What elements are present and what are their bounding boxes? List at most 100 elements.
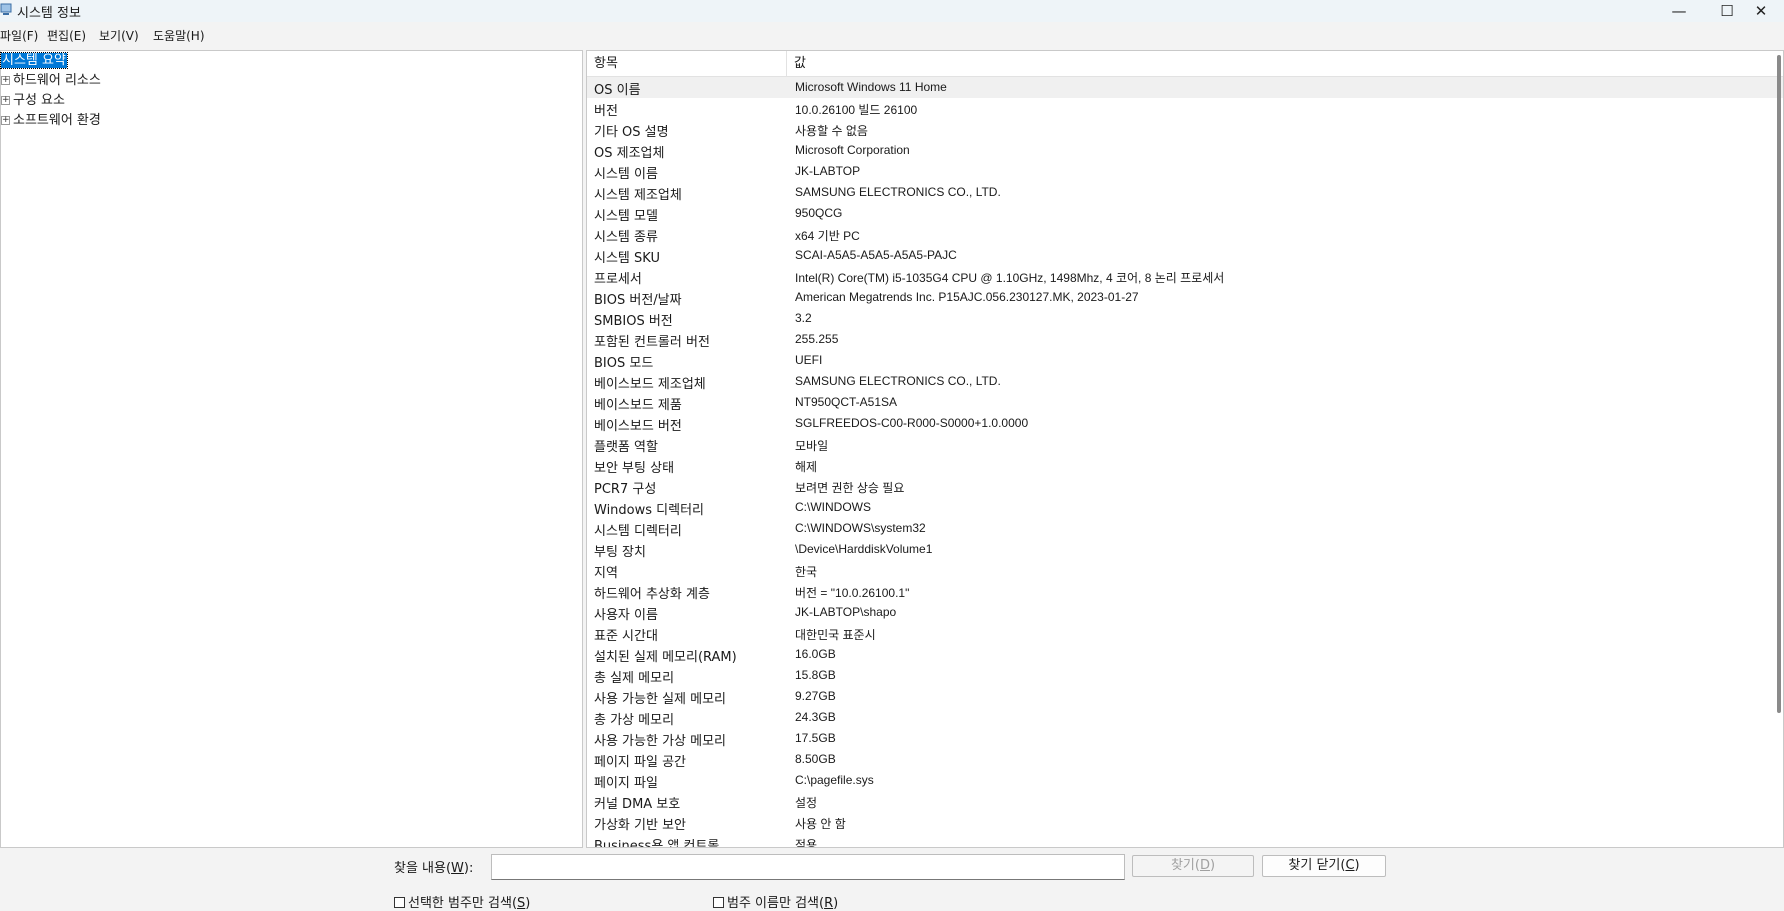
tree-item-label: 시스템 요약	[0, 52, 68, 69]
expand-icon[interactable]: +	[1, 96, 10, 105]
table-row[interactable]: 보안 부팅 상태 해제	[587, 455, 1783, 476]
table-row[interactable]: 베이스보드 제품 NT950QCT-A51SA	[587, 392, 1783, 413]
row-item-label: 가상화 기반 보안	[594, 818, 686, 833]
row-value: JK-LABTOP\shapo	[795, 605, 897, 619]
row-item-label: 플랫폼 역할	[594, 440, 658, 455]
menu-view[interactable]: 보기(V)	[99, 27, 139, 44]
close-icon: ✕	[1754, 2, 1768, 20]
table-row[interactable]: 가상화 기반 보안 사용 안 함	[587, 812, 1783, 833]
maximize-icon: ☐	[1720, 2, 1734, 20]
row-item-label: 페이지 파일	[594, 776, 658, 791]
expand-icon[interactable]: +	[1, 116, 10, 125]
row-item-label: 지역	[594, 566, 618, 581]
table-row[interactable]: 프로세서 Intel(R) Core(TM) i5-1035G4 CPU @ 1.…	[587, 266, 1783, 287]
table-row[interactable]: 시스템 종류 x64 기반 PC	[587, 224, 1783, 245]
table-row[interactable]: 버전 10.0.26100 빌드 26100	[587, 98, 1783, 119]
row-item-label: 시스템 모델	[594, 209, 658, 224]
table-row[interactable]: OS 제조업체 Microsoft Corporation	[587, 140, 1783, 161]
table-row[interactable]: 포함된 컨트롤러 버전 255.255	[587, 329, 1783, 350]
table-row[interactable]: OS 이름 Microsoft Windows 11 Home	[587, 77, 1783, 98]
table-row[interactable]: 사용 가능한 가상 메모리 17.5GB	[587, 728, 1783, 749]
table-row[interactable]: BIOS 모드 UEFI	[587, 350, 1783, 371]
row-item-label: OS 제조업체	[594, 146, 665, 161]
details-list[interactable]: 항목 값 OS 이름 Microsoft Windows 11 Home 버전 10.…	[586, 50, 1784, 848]
table-row[interactable]: 총 가상 메모리 24.3GB	[587, 707, 1783, 728]
table-row[interactable]: Windows 디렉터리 C:\WINDOWS	[587, 497, 1783, 518]
row-value: American Megatrends Inc. P15AJC.056.2301…	[795, 290, 1139, 304]
search-category-names-checkbox[interactable]: 범주 이름만 검색(R)	[713, 892, 838, 911]
tree-item-hardware-resources[interactable]: + 하드웨어 리소스	[1, 72, 101, 90]
expand-icon[interactable]: +	[1, 76, 10, 85]
table-row[interactable]: 사용 가능한 실제 메모리 9.27GB	[587, 686, 1783, 707]
row-value: 10.0.26100 빌드 26100	[795, 103, 918, 117]
table-row[interactable]: 페이지 파일 공간 8.50GB	[587, 749, 1783, 770]
title-bar: 시스템 정보 — ☐ ✕	[0, 0, 1784, 22]
table-row[interactable]: 시스템 이름 JK-LABTOP	[587, 161, 1783, 182]
tree-item-components[interactable]: + 구성 요소	[1, 92, 65, 110]
tree-item-system-summary[interactable]: 시스템 요약	[0, 52, 68, 70]
row-item-label: 사용 가능한 가상 메모리	[594, 734, 726, 749]
close-window-button[interactable]: ✕	[1738, 0, 1784, 22]
category-tree[interactable]: 시스템 요약 + 하드웨어 리소스 + 구성 요소 + 소프트웨어 환경	[0, 50, 583, 848]
row-item-label: SMBIOS 버전	[594, 314, 673, 329]
row-item-label: OS 이름	[594, 83, 641, 98]
find-input[interactable]	[491, 854, 1125, 880]
close-find-button[interactable]: 찾기 닫기(C)	[1262, 855, 1386, 877]
row-value: 3.2	[795, 311, 812, 325]
search-selected-category-checkbox[interactable]: 선택한 범주만 검색(S)	[394, 892, 530, 911]
menu-edit[interactable]: 편집(E)	[47, 27, 86, 44]
table-row[interactable]: Business용 앱 컨트롤... 적용	[587, 833, 1783, 847]
find-label: 찾을 내용(W):	[394, 861, 474, 876]
table-row[interactable]: 시스템 제조업체 SAMSUNG ELECTRONICS CO., LTD.	[587, 182, 1783, 203]
table-row[interactable]: 시스템 SKU SCAI-A5A5-A5A5-A5A5-PAJC	[587, 245, 1783, 266]
row-item-label: 시스템 SKU	[594, 251, 660, 266]
row-value: 17.5GB	[795, 731, 836, 745]
row-item-label: 표준 시간대	[594, 629, 658, 644]
row-value: SGLFREEDOS-C00-R000-S0000+1.0.0000	[795, 416, 1029, 430]
table-row[interactable]: 페이지 파일 C:\pagefile.sys	[587, 770, 1783, 791]
table-row[interactable]: 시스템 모델 950QCG	[587, 203, 1783, 224]
row-item-label: 시스템 제조업체	[594, 188, 682, 203]
row-item-label: 사용자 이름	[594, 608, 658, 623]
vertical-scrollbar[interactable]	[1777, 55, 1781, 713]
tree-item-software-environment[interactable]: + 소프트웨어 환경	[1, 112, 101, 130]
table-row[interactable]: SMBIOS 버전 3.2	[587, 308, 1783, 329]
row-item-label: BIOS 모드	[594, 356, 654, 371]
table-row[interactable]: 플랫폼 역할 모바일	[587, 434, 1783, 455]
table-row[interactable]: 지역 한국	[587, 560, 1783, 581]
table-row[interactable]: 기타 OS 설명 사용할 수 없음	[587, 119, 1783, 140]
row-item-label: 버전	[594, 104, 618, 119]
column-header-item[interactable]: 항목	[587, 51, 787, 77]
checkbox-icon[interactable]	[394, 897, 405, 908]
table-row[interactable]: 커널 DMA 보호 설정	[587, 791, 1783, 812]
table-row[interactable]: 총 실제 메모리 15.8GB	[587, 665, 1783, 686]
table-row[interactable]: PCR7 구성 보려면 권한 상승 필요	[587, 476, 1783, 497]
minimize-button[interactable]: —	[1656, 0, 1702, 22]
row-value: 24.3GB	[795, 710, 836, 724]
menu-file[interactable]: 파일(F)	[0, 27, 38, 44]
checkbox-icon[interactable]	[713, 897, 724, 908]
row-item-label: 하드웨어 추상화 계층	[594, 587, 710, 602]
table-row[interactable]: 표준 시간대 대한민국 표준시	[587, 623, 1783, 644]
row-value: 버전 = "10.0.26100.1"	[795, 586, 910, 600]
table-row[interactable]: 설치된 실제 메모리(RAM) 16.0GB	[587, 644, 1783, 665]
row-value: 9.27GB	[795, 689, 836, 703]
row-item-label: 베이스보드 버전	[594, 419, 682, 434]
find-button[interactable]: 찾기(D)	[1132, 855, 1254, 877]
table-row[interactable]: 베이스보드 제조업체 SAMSUNG ELECTRONICS CO., LTD.	[587, 371, 1783, 392]
table-row[interactable]: 사용자 이름 JK-LABTOP\shapo	[587, 602, 1783, 623]
table-row[interactable]: 시스템 디렉터리 C:\WINDOWS\system32	[587, 518, 1783, 539]
menu-help[interactable]: 도움말(H)	[153, 27, 205, 44]
table-row[interactable]: 베이스보드 버전 SGLFREEDOS-C00-R000-S0000+1.0.00…	[587, 413, 1783, 434]
row-value: 8.50GB	[795, 752, 836, 766]
row-item-label: 베이스보드 제조업체	[594, 377, 706, 392]
row-value: Microsoft Windows 11 Home	[795, 80, 947, 94]
table-row[interactable]: 하드웨어 추상화 계층 버전 = "10.0.26100.1"	[587, 581, 1783, 602]
row-value: 모바일	[795, 439, 829, 453]
table-row[interactable]: 부팅 장치 \Device\HarddiskVolume1	[587, 539, 1783, 560]
row-value: \Device\HarddiskVolume1	[795, 542, 933, 556]
row-value: Intel(R) Core(TM) i5-1035G4 CPU @ 1.10GH…	[795, 271, 1225, 285]
row-value: 사용할 수 없음	[795, 124, 868, 138]
table-row[interactable]: BIOS 버전/날짜 American Megatrends Inc. P15AJ…	[587, 287, 1783, 308]
column-header-value[interactable]: 값	[787, 51, 1783, 77]
